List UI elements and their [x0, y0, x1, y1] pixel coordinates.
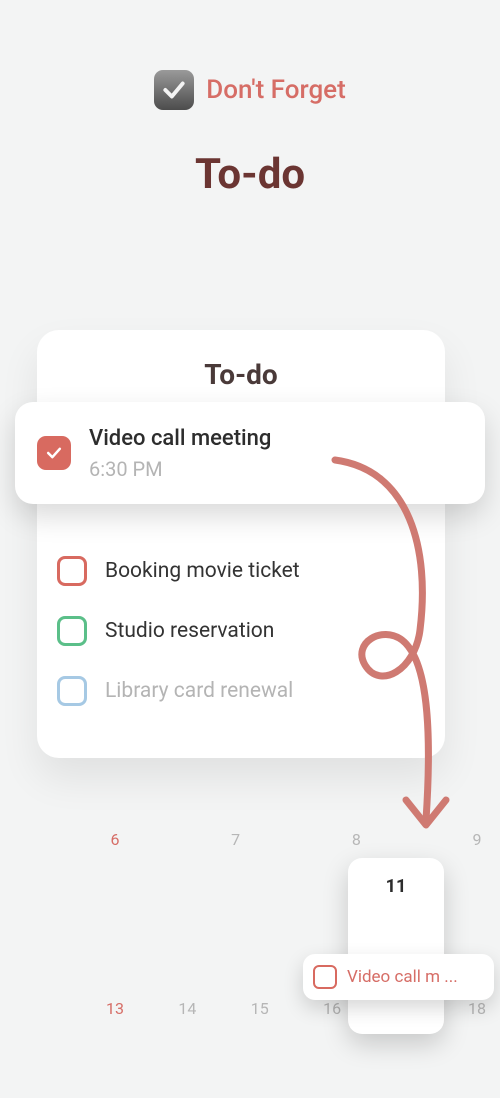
todo-list: Booking movie ticket Studio reservation … [57, 542, 425, 720]
todo-item-label: Booking movie ticket [105, 559, 300, 583]
checkbox-icon[interactable] [57, 616, 87, 646]
calendar-row: 6 7 8 9 [85, 830, 500, 849]
calendar-day[interactable]: 9 [447, 830, 500, 849]
todo-item[interactable]: Studio reservation [57, 602, 425, 660]
calendar-day[interactable]: 8 [326, 830, 386, 849]
todo-item-time: 6:30 PM [89, 457, 271, 481]
calendar-day[interactable]: 18 [447, 999, 500, 1018]
todo-item[interactable]: Library card renewal [57, 662, 425, 720]
todo-item-highlighted[interactable]: Video call meeting 6:30 PM [15, 402, 485, 504]
todo-card: To-do Booking movie ticket Studio reserv… [37, 330, 445, 758]
calendar-event-chip[interactable]: Video call m ... [303, 954, 494, 1000]
checkbox-icon[interactable] [57, 556, 87, 586]
calendar-day[interactable]: 6 [85, 830, 145, 849]
todo-item[interactable]: Booking movie ticket [57, 542, 425, 600]
check-icon [161, 77, 187, 103]
calendar-day-highlighted[interactable]: 11 [348, 858, 444, 1034]
todo-card-title: To-do [37, 358, 445, 391]
page-title: To-do [0, 150, 500, 199]
header: Don't Forget [0, 70, 500, 110]
calendar-day[interactable]: 7 [206, 830, 266, 849]
calendar-day[interactable]: 14 [157, 999, 217, 1018]
checkbox-icon[interactable] [57, 676, 87, 706]
checkbox-checked-icon[interactable] [37, 436, 71, 470]
app-name: Don't Forget [206, 75, 346, 105]
calendar-event-label: Video call m ... [347, 967, 458, 987]
calendar-day-number: 11 [348, 876, 444, 897]
todo-item-label: Library card renewal [105, 679, 293, 703]
calendar-day[interactable]: 15 [230, 999, 290, 1018]
app-icon [154, 70, 194, 110]
checkbox-icon [313, 965, 337, 989]
todo-item-label: Video call meeting [89, 426, 271, 451]
todo-item-label: Studio reservation [105, 619, 274, 643]
calendar-day[interactable]: 13 [85, 999, 145, 1018]
